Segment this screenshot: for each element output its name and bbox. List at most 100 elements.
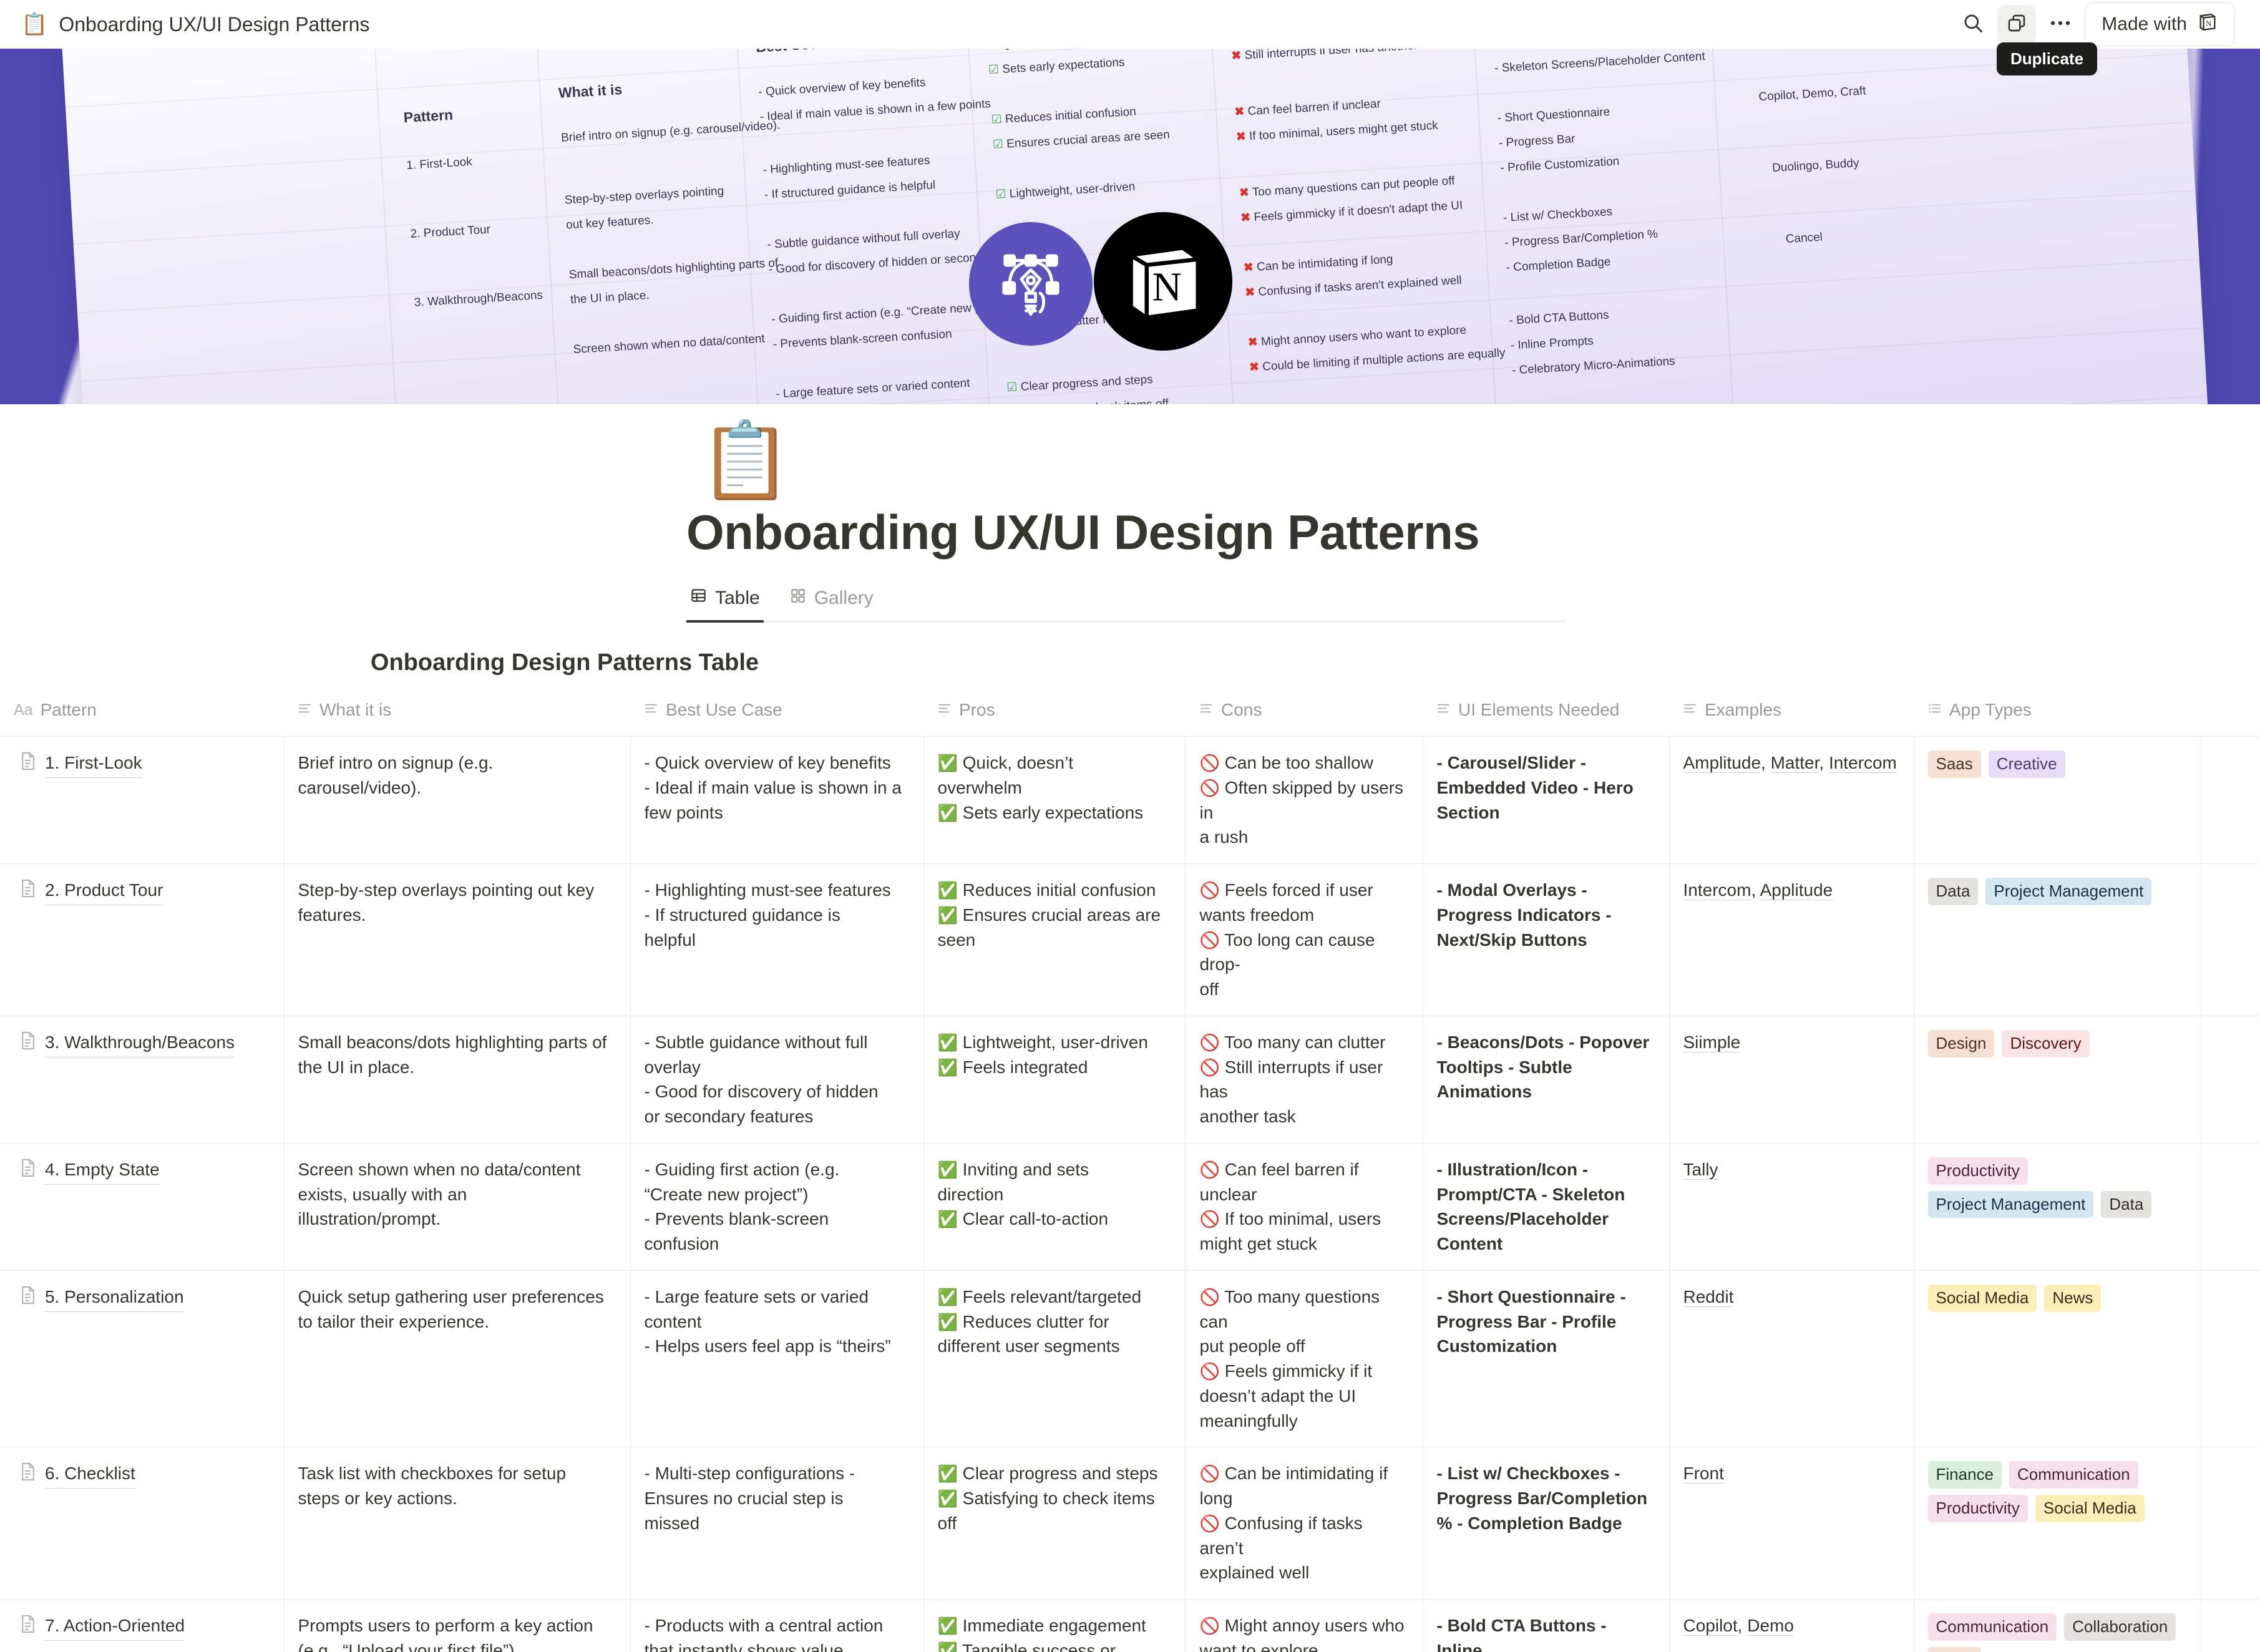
more-options-button[interactable] — [2041, 5, 2080, 44]
example-link[interactable]: Front — [1683, 1464, 1724, 1484]
cell-pros[interactable]: ✅ Feels relevant/targeted ✅ Reduces clut… — [923, 1270, 1186, 1447]
column-header-cons[interactable]: Cons — [1186, 696, 1423, 737]
cell-ui-elements-needed[interactable]: - Carousel/Slider - Embedded Video - Her… — [1423, 736, 1670, 864]
cell-best-use-case[interactable]: - Guiding first action (e.g. “Create new… — [630, 1142, 924, 1271]
example-link[interactable]: Demo — [1747, 1616, 1794, 1636]
tag[interactable]: News — [2044, 1284, 2102, 1312]
cell-best-use-case[interactable]: - Multi-step configurations - Ensures no… — [630, 1447, 924, 1600]
cell-pattern[interactable]: 5. Personalization — [0, 1270, 285, 1447]
cell-what-it-is[interactable]: Prompts users to perform a key action (e… — [284, 1599, 631, 1652]
pattern-link[interactable]: 5. Personalization — [45, 1285, 184, 1312]
cell-ui-elements-needed[interactable]: - Illustration/Icon - Prompt/CTA - Skele… — [1423, 1142, 1670, 1271]
pattern-link[interactable]: 2. Product Tour — [45, 878, 163, 905]
column-header-app-types[interactable]: App Types — [1914, 696, 2201, 737]
cell-examples[interactable]: Intercom, Applitude — [1669, 863, 1914, 1016]
table-row[interactable]: 5. Personalization Quick setup gathering … — [0, 1270, 2260, 1447]
cell-pros[interactable]: ✅ Inviting and sets direction ✅ Clear ca… — [923, 1142, 1186, 1271]
tag[interactable]: Discovery — [2002, 1029, 2090, 1057]
column-header-what-it-is[interactable]: What it is — [284, 696, 630, 737]
cell-examples[interactable]: Amplitude, Matter, Intercom — [1669, 736, 1914, 864]
tag[interactable]: Data — [1927, 878, 1979, 905]
cell-examples[interactable]: Reddit — [1669, 1270, 1914, 1447]
example-link[interactable]: Siimple — [1683, 1032, 1741, 1052]
cell-cons[interactable]: 🚫 Can be intimidating if long 🚫 Confusin… — [1186, 1447, 1423, 1600]
tab-gallery[interactable]: Gallery — [786, 588, 877, 623]
example-link[interactable]: Copilot — [1683, 1616, 1738, 1636]
cell-what-it-is[interactable]: Small beacons/dots highlighting parts of… — [284, 1015, 631, 1144]
tag[interactable]: Saas — [1927, 751, 1981, 778]
example-link[interactable]: Intercom — [1683, 880, 1751, 900]
example-link[interactable]: Applitude — [1760, 880, 1833, 900]
tag[interactable]: Project Management — [1985, 878, 2152, 905]
cell-app-types[interactable]: Finance Communication Productivity Social M… — [1914, 1447, 2201, 1600]
tag[interactable]: Data — [2101, 1190, 2152, 1218]
cell-app-types[interactable]: Data Project Management — [1914, 863, 2201, 1016]
cell-examples[interactable]: Siimple — [1669, 1015, 1914, 1144]
cell-cons[interactable]: 🚫 Too many questions can put people off … — [1186, 1270, 1423, 1447]
column-header-best-use-case[interactable]: Best Use Case — [630, 696, 923, 737]
cell-what-it-is[interactable]: Quick setup gathering user preferences t… — [284, 1270, 631, 1447]
column-header-pattern[interactable]: Aa Pattern — [0, 696, 284, 737]
cell-app-types[interactable]: Productivity Project Management Data — [1914, 1142, 2201, 1271]
cell-what-it-is[interactable]: Step-by-step overlays pointing out key f… — [284, 863, 631, 1016]
example-link[interactable]: Amplitude — [1683, 753, 1761, 773]
table-row[interactable]: 6. Checklist Task list with checkboxes fo… — [0, 1447, 2260, 1600]
pattern-link[interactable]: 3. Walkthrough/Beacons — [45, 1030, 235, 1057]
cell-cons[interactable]: 🚫 Might annoy users who want to explore … — [1186, 1599, 1423, 1652]
tag[interactable]: Communication — [2009, 1461, 2138, 1489]
cell-app-types[interactable]: Design Discovery — [1914, 1015, 2201, 1144]
tag[interactable]: Productivity — [1927, 1495, 2028, 1522]
table-row[interactable]: 4. Empty State Screen shown when no data/… — [0, 1142, 2260, 1271]
cell-what-it-is[interactable]: Task list with checkboxes for setup step… — [284, 1447, 631, 1600]
pattern-link[interactable]: 6. Checklist — [45, 1461, 135, 1489]
table-row[interactable]: 2. Product Tour Step-by-step overlays poi… — [0, 863, 2260, 1016]
cell-ui-elements-needed[interactable]: - Bold CTA Buttons - Inline Prompts - Ce… — [1423, 1599, 1670, 1652]
cell-what-it-is[interactable]: Brief intro on signup (e.g. carousel/vid… — [284, 736, 631, 864]
cell-pros[interactable]: ✅ Reduces initial confusion ✅ Ensures cr… — [923, 863, 1186, 1016]
cell-app-types[interactable]: Saas Creative — [1914, 736, 2201, 864]
cell-pattern[interactable]: 6. Checklist — [0, 1447, 285, 1600]
cell-ui-elements-needed[interactable]: - List w/ Checkboxes - Progress Bar/Comp… — [1423, 1447, 1670, 1600]
cell-cons[interactable]: 🚫 Feels forced if user wants freedom 🚫 T… — [1186, 863, 1423, 1016]
cell-best-use-case[interactable]: - Highlighting must-see features - If st… — [630, 863, 924, 1016]
cell-app-types[interactable]: CommunicationCollaboration Saas — [1914, 1599, 2201, 1652]
cell-pattern[interactable]: 7. Action-Oriented — [0, 1599, 285, 1652]
cell-pattern[interactable]: 2. Product Tour — [0, 863, 285, 1016]
tag[interactable]: Social Media — [2035, 1495, 2145, 1522]
tag[interactable]: Project Management — [1927, 1190, 2094, 1218]
cell-ui-elements-needed[interactable]: - Modal Overlays - Progress Indicators -… — [1423, 863, 1670, 1016]
cell-pros[interactable]: ✅ Immediate engagement ✅ Tangible succes… — [923, 1599, 1186, 1652]
cell-best-use-case[interactable]: - Products with a central action that in… — [630, 1599, 924, 1652]
cell-ui-elements-needed[interactable]: - Short Questionnaire - Progress Bar - P… — [1423, 1270, 1670, 1447]
search-button[interactable] — [1954, 5, 1992, 44]
cell-examples[interactable]: Tally — [1669, 1142, 1914, 1271]
example-link[interactable]: Reddit — [1683, 1286, 1734, 1307]
cell-what-it-is[interactable]: Screen shown when no data/content exists… — [284, 1142, 631, 1271]
cell-cons[interactable]: 🚫 Can feel barren if unclear 🚫 If too mi… — [1186, 1142, 1423, 1271]
cell-pattern[interactable]: 4. Empty State — [0, 1142, 285, 1271]
cell-best-use-case[interactable]: - Subtle guidance without full overlay -… — [630, 1015, 924, 1144]
cell-cons[interactable]: 🚫 Can be too shallow 🚫 Often skipped by … — [1186, 736, 1423, 864]
cell-best-use-case[interactable]: - Quick overview of key benefits - Ideal… — [630, 736, 924, 864]
tag[interactable]: Creative — [1988, 751, 2065, 778]
column-header-examples[interactable]: Examples — [1669, 696, 1914, 737]
cell-examples[interactable]: Front — [1669, 1447, 1914, 1600]
cell-pattern[interactable]: 3. Walkthrough/Beacons — [0, 1015, 285, 1144]
cell-best-use-case[interactable]: - Large feature sets or varied content -… — [630, 1270, 924, 1447]
column-header-ui-elements-needed[interactable]: UI Elements Needed — [1423, 696, 1669, 737]
tag[interactable]: Social Media — [1927, 1284, 2037, 1312]
column-header-pros[interactable]: Pros — [923, 696, 1186, 737]
made-with-notion-button[interactable]: Made with N — [2085, 2, 2235, 46]
table-row[interactable]: 7. Action-Oriented Prompts users to perfo… — [0, 1599, 2260, 1652]
example-link[interactable]: Tally — [1683, 1159, 1718, 1180]
tag[interactable]: Finance — [1927, 1461, 2002, 1489]
tag[interactable]: Saas — [1927, 1646, 1981, 1652]
table-row[interactable]: 1. First-Look Brief intro on signup (e.g.… — [0, 736, 2260, 864]
tag[interactable]: Communication — [1927, 1613, 2057, 1641]
cell-pattern[interactable]: 1. First-Look — [0, 736, 285, 864]
tag[interactable]: Design — [1927, 1029, 1995, 1057]
table-row[interactable]: 3. Walkthrough/Beacons Small beacons/dots… — [0, 1015, 2260, 1144]
example-link[interactable]: Matter — [1770, 753, 1819, 773]
pattern-link[interactable]: 7. Action-Oriented — [45, 1613, 185, 1641]
cell-pros[interactable]: ✅ Clear progress and steps ✅ Satisfying … — [923, 1447, 1186, 1600]
